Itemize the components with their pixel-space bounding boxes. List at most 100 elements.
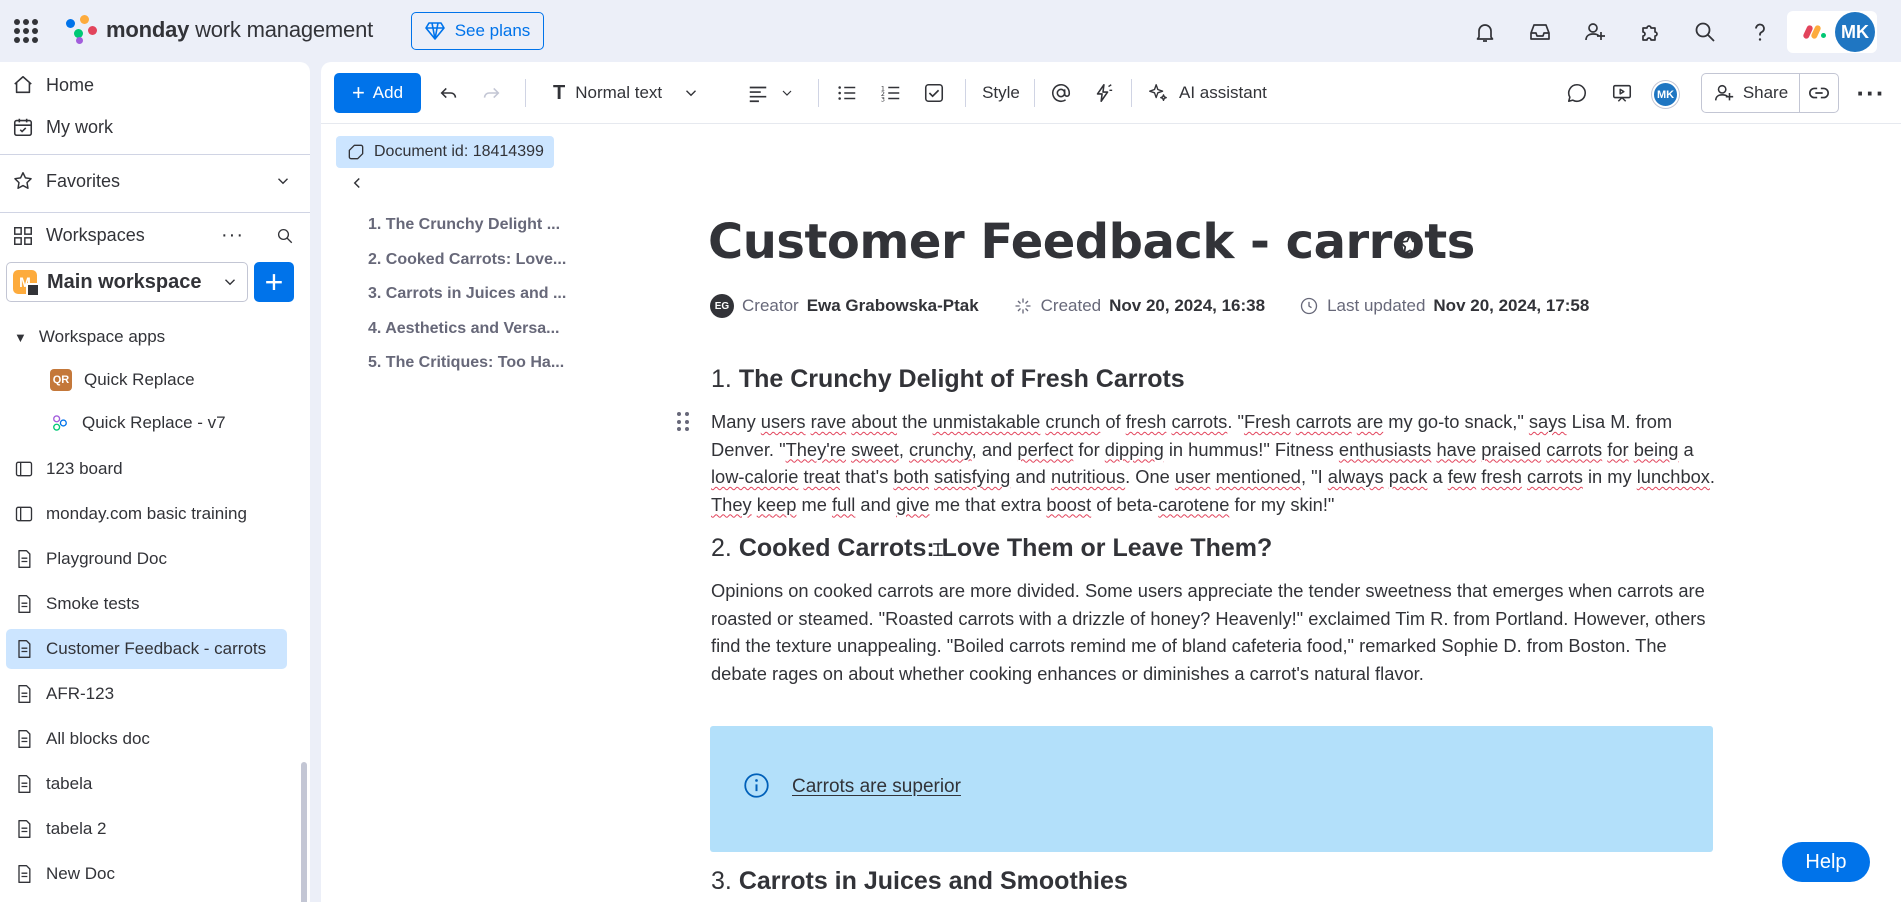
sidebar-item-label: All blocks doc xyxy=(46,729,150,748)
see-plans-button[interactable]: See plans xyxy=(411,12,544,50)
alignment-dropdown[interactable] xyxy=(736,73,806,113)
checklist-button[interactable] xyxy=(914,73,954,113)
more-options-icon[interactable]: ··· xyxy=(221,224,244,247)
present-button[interactable] xyxy=(1602,73,1642,113)
section-number: 3. xyxy=(711,867,732,895)
style-button[interactable]: Style xyxy=(973,73,1029,113)
apps-grid-icon[interactable] xyxy=(14,19,38,43)
creator-name: Ewa Grabowska-Ptak xyxy=(806,296,979,315)
sidebar-app-item[interactable]: QR Quick Replace xyxy=(42,360,287,400)
sparkle-icon xyxy=(1149,84,1167,102)
add-block-button[interactable]: + Add xyxy=(334,73,421,113)
document-id-badge[interactable]: Document id: 18414399 xyxy=(336,136,554,168)
sidebar-divider xyxy=(0,154,310,155)
sidebar-item-board[interactable]: monday.com basic training xyxy=(6,494,287,534)
section-heading[interactable]: 3. Carrots in Juices and Smoothies xyxy=(711,867,1128,896)
ai-assistant-button[interactable]: AI assistant xyxy=(1147,73,1287,113)
undo-icon xyxy=(440,87,457,99)
workspaces-icon xyxy=(14,226,32,245)
sidebar-item-label: New Doc xyxy=(46,864,115,883)
sidebar-scrollbar[interactable] xyxy=(301,762,307,902)
monday-logo[interactable]: monday work management xyxy=(66,15,373,45)
paragraph-block[interactable]: Many users rave about the unmistakable c… xyxy=(711,408,1716,518)
numbered-list-button[interactable]: 123 xyxy=(871,73,911,113)
document-title[interactable]: Customer Feedback - carrots xyxy=(708,214,1475,270)
user-avatar[interactable]: MK xyxy=(1835,12,1875,52)
document-area: + Add T Normal text 123 Style AI assista… xyxy=(321,62,1901,902)
sidebar-item-doc[interactable]: All blocks doc xyxy=(6,719,287,759)
favorite-star-icon[interactable] xyxy=(1397,232,1423,258)
help-button[interactable] xyxy=(1732,12,1787,52)
sidebar-workspaces-label: Workspaces xyxy=(46,225,145,245)
help-button[interactable]: Help xyxy=(1782,842,1870,882)
collaborator-avatar[interactable]: MK xyxy=(1652,81,1679,108)
section-heading[interactable]: 2. Cooked Carrots: Love Them or Leave Th… xyxy=(711,534,1272,563)
sidebar-workspaces[interactable]: Workspaces ··· xyxy=(12,224,294,247)
sidebar-my-work[interactable]: My work xyxy=(12,116,113,138)
more-options-icon: ··· xyxy=(1856,77,1886,108)
created-info: Created Nov 20, 2024, 16:38 xyxy=(1013,296,1265,316)
text-style-label: Normal text xyxy=(575,83,663,102)
sidebar-item-board[interactable]: 123 board xyxy=(6,449,287,489)
workspace-apps-toggle[interactable]: ▼ Workspace apps xyxy=(6,317,287,357)
mention-button[interactable] xyxy=(1041,73,1081,113)
sidebar-item-doc[interactable]: AFR-123 xyxy=(6,674,287,714)
sidebar-item-doc[interactable]: Smoke tests xyxy=(6,584,287,624)
sidebar-favorites-label: Favorites xyxy=(46,170,121,191)
toc-item[interactable]: 4. Aesthetics and Versa... xyxy=(368,320,560,338)
bell-icon xyxy=(1476,24,1493,42)
inbox-button[interactable] xyxy=(1512,12,1567,52)
section-heading[interactable]: 1. The Crunchy Delight of Fresh Carrots xyxy=(711,365,1185,394)
invite-members-button[interactable] xyxy=(1567,12,1622,52)
board-icon xyxy=(15,461,33,477)
text-style-dropdown[interactable]: T Normal text xyxy=(553,73,723,113)
toc-item[interactable]: 5. The Critiques: Too Ha... xyxy=(368,354,564,372)
sidebar-item-doc-active[interactable]: Customer Feedback - carrots xyxy=(6,629,287,669)
more-options-button[interactable]: ··· xyxy=(1851,73,1891,113)
doc-icon xyxy=(18,685,31,703)
callout-block[interactable]: Carrots are superior xyxy=(710,726,1713,852)
integrations-button[interactable] xyxy=(1622,12,1677,52)
account-menu[interactable]: MK xyxy=(1787,11,1877,53)
sidebar-item-doc[interactable]: tabela 2 xyxy=(6,809,287,849)
sidebar-item-doc[interactable]: New Doc xyxy=(6,854,287,894)
paragraph-block[interactable]: Opinions on cooked carrots are more divi… xyxy=(711,577,1716,687)
search-icon[interactable] xyxy=(276,227,294,245)
sidebar-item-doc[interactable]: Playground Doc xyxy=(6,539,287,579)
drag-handle[interactable] xyxy=(677,412,691,432)
bulleted-list-button[interactable] xyxy=(827,73,867,113)
add-workspace-item-button[interactable]: + xyxy=(254,262,294,302)
collapse-toc-button[interactable] xyxy=(348,174,366,198)
redo-button[interactable] xyxy=(471,73,511,113)
doc-icon xyxy=(18,775,31,793)
sidebar-home[interactable]: Home xyxy=(12,74,94,96)
clock-icon xyxy=(1300,297,1318,315)
sidebar-item-doc[interactable]: tabela xyxy=(6,764,287,804)
sidebar-my-work-label: My work xyxy=(46,116,113,137)
chevron-left-icon xyxy=(353,177,360,189)
quick-actions-button[interactable] xyxy=(1083,73,1123,113)
toc-item[interactable]: 2. Cooked Carrots: Love... xyxy=(368,251,566,269)
workspace-selector[interactable]: M Main workspace xyxy=(6,262,248,302)
toc-item[interactable]: 1. The Crunchy Delight ... xyxy=(368,216,560,234)
caret-down-icon: ▼ xyxy=(14,329,27,345)
workspace-name: Main workspace xyxy=(47,270,202,293)
puzzle-icon xyxy=(1641,25,1658,41)
sidebar-app-item[interactable]: Quick Replace - v7 xyxy=(42,403,287,443)
doc-icon xyxy=(18,550,31,568)
chevron-down-icon[interactable] xyxy=(274,172,292,190)
undo-button[interactable] xyxy=(429,73,469,113)
search-button[interactable] xyxy=(1677,12,1732,52)
sidebar-favorites[interactable]: Favorites xyxy=(12,170,292,192)
toolbar-divider xyxy=(818,79,819,107)
sidebar-item-label: tabela 2 xyxy=(46,819,107,838)
numbered-list-icon: 123 xyxy=(881,84,900,103)
top-bar: monday work management See plans MK xyxy=(0,0,1901,62)
notifications-button[interactable] xyxy=(1457,12,1512,52)
comments-button[interactable] xyxy=(1557,73,1597,113)
callout-text[interactable]: Carrots are superior xyxy=(792,776,961,798)
copy-link-button[interactable] xyxy=(1799,73,1839,113)
toc-item[interactable]: 3. Carrots in Juices and ... xyxy=(368,285,566,303)
workspace-apps-label: Workspace apps xyxy=(38,327,166,346)
share-button[interactable]: Share xyxy=(1701,73,1799,113)
